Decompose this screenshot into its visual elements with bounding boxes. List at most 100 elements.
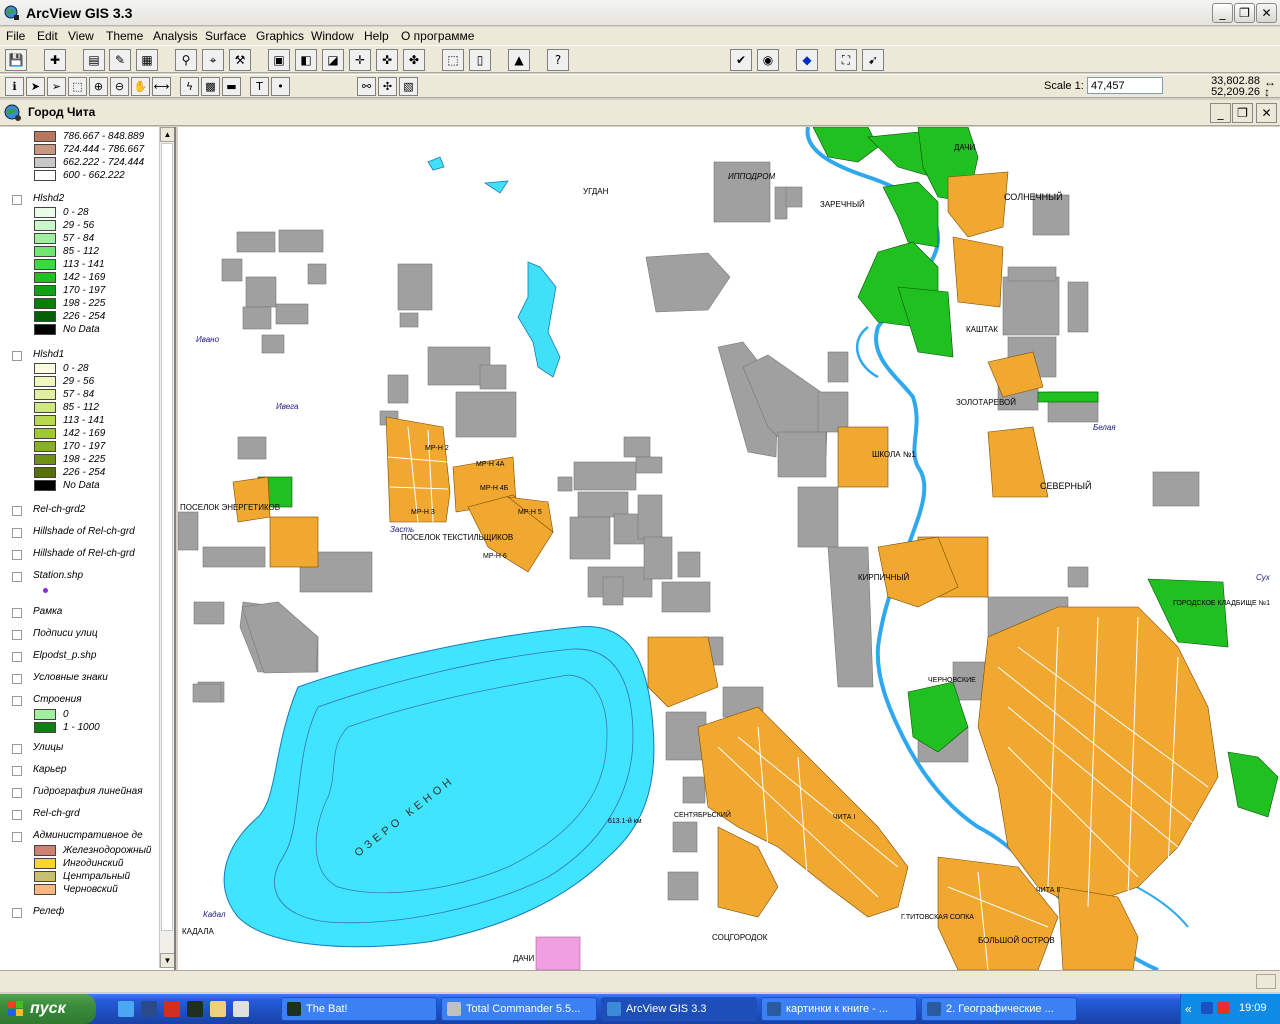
theme-hydrography[interactable]: Гидрография линейная (10, 786, 160, 800)
menu-view[interactable]: View (68, 29, 94, 43)
zoom-full-extent-icon[interactable]: ▣ (268, 49, 290, 71)
theme-checkbox[interactable] (12, 908, 22, 918)
theme-hlshd2[interactable]: Hlshd2 (10, 193, 160, 207)
area-of-interest-icon[interactable]: ▩ (201, 77, 220, 96)
menu-surface[interactable]: Surface (205, 29, 246, 43)
theme-quarry[interactable]: Карьер (10, 764, 160, 778)
network-tool-icon[interactable]: ⚯ (357, 77, 376, 96)
toc-scrollbar[interactable]: ▲ ▼ (159, 127, 174, 968)
theme-checkbox[interactable] (12, 832, 22, 842)
tray-expand-icon[interactable]: « (1185, 1002, 1192, 1016)
menu-window[interactable]: Window (311, 29, 354, 43)
theme-checkbox[interactable] (12, 696, 22, 706)
theme-checkbox[interactable] (12, 195, 22, 205)
notepad-quicklaunch-icon[interactable] (233, 1001, 249, 1017)
theme-checkbox[interactable] (12, 766, 22, 776)
zoom-selected-icon[interactable]: ◪ (322, 49, 344, 71)
resize-grip-icon[interactable] (1256, 974, 1276, 989)
theme-rel-ch-grd2[interactable]: Rel-ch-grd2 (10, 504, 160, 518)
save-quicklaunch-icon[interactable] (141, 1001, 157, 1017)
select-feature-icon[interactable]: ⬚ (68, 77, 87, 96)
measure-icon[interactable]: ⟷ (152, 77, 171, 96)
task-arcview[interactable]: ArcView GIS 3.3 (601, 997, 757, 1021)
zoom-active-themes-icon[interactable]: ◧ (295, 49, 317, 71)
theme-hillshade-2[interactable]: Hillshade of Rel-ch-grd (10, 548, 160, 562)
bat-quicklaunch-icon[interactable] (187, 1001, 203, 1017)
task-geographic[interactable]: 2. Географические ... (921, 997, 1077, 1021)
open-table-icon[interactable]: ▦ (136, 49, 158, 71)
folder-quicklaunch-icon[interactable] (210, 1001, 226, 1017)
menu-edit[interactable]: Edit (37, 29, 58, 43)
view-maximize-button[interactable]: ❐ (1232, 103, 1253, 123)
map-svg[interactable]: ОЗЕРО КЕНОН ДАЧИ СОЛНЕЧНЫЙ ЗАРЕЧНЫЙ ИППО… (178, 127, 1280, 970)
language-tray-icon[interactable] (1217, 1002, 1229, 1014)
scroll-thumb[interactable] (161, 143, 173, 931)
scroll-down-icon[interactable]: ▼ (160, 953, 174, 968)
zoom-in-icon[interactable]: ✛ (349, 49, 371, 71)
theme-checkbox[interactable] (12, 351, 22, 361)
hotlink-tool-icon[interactable]: ϟ (180, 77, 199, 96)
label-tool-icon[interactable]: ▬ (222, 77, 241, 96)
theme-hillshade-1[interactable]: Hillshade of Rel-ch-grd (10, 526, 160, 540)
vertex-edit-icon[interactable]: ➢ (47, 77, 66, 96)
minimize-button[interactable]: _ (1212, 3, 1233, 23)
menu-file[interactable]: File (6, 29, 25, 43)
theme-checkbox[interactable] (12, 528, 22, 538)
theme-relief[interactable]: Релеф (10, 906, 160, 920)
theme-checkbox[interactable] (12, 674, 22, 684)
menu-about[interactable]: О программе (401, 29, 474, 43)
view-minimize-button[interactable]: _ (1210, 103, 1231, 123)
theme-street-labels[interactable]: Подписи улиц (10, 628, 160, 642)
menu-graphics[interactable]: Graphics (256, 29, 304, 43)
query-builder-icon[interactable]: ⚒ (229, 49, 251, 71)
theme-ramka[interactable]: Рамка (10, 606, 160, 620)
menu-help[interactable]: Help (364, 29, 389, 43)
binoculars-icon[interactable]: ⛶ (835, 49, 857, 71)
zoom-in-tool-icon[interactable]: ⊕ (89, 77, 108, 96)
grid-tool-icon[interactable]: ▧ (399, 77, 418, 96)
draw-point-icon[interactable]: • (271, 77, 290, 96)
text-tool-icon[interactable]: T (250, 77, 269, 96)
edit-legend-icon[interactable]: ✎ (109, 49, 131, 71)
zoom-out-icon[interactable]: ✜ (376, 49, 398, 71)
close-button[interactable]: ✕ (1256, 3, 1277, 23)
find-icon[interactable]: ⚲ (175, 49, 197, 71)
help-icon[interactable]: ? (547, 49, 569, 71)
theme-buildings[interactable]: Строения (10, 694, 160, 708)
task-the-bat[interactable]: The Bat! (281, 997, 437, 1021)
hotlink-icon[interactable]: ➹ (862, 49, 884, 71)
globe-tool-icon[interactable]: ◉ (757, 49, 779, 71)
network-tray-icon[interactable] (1201, 1002, 1213, 1014)
theme-checkbox[interactable] (12, 744, 22, 754)
theme-checkbox[interactable] (12, 572, 22, 582)
theme-admin-division[interactable]: Административное де (10, 830, 160, 844)
diamond-icon[interactable]: ◆ (796, 49, 818, 71)
select-features-icon[interactable]: ⬚ (442, 49, 464, 71)
map-canvas[interactable]: ОЗЕРО КЕНОН ДАЧИ СОЛНЕЧНЫЙ ЗАРЕЧНЫЙ ИППО… (178, 127, 1280, 970)
theme-checkbox[interactable] (12, 788, 22, 798)
pan-icon[interactable]: ✋ (131, 77, 150, 96)
theme-rel-ch-grd[interactable]: Rel-ch-grd (10, 808, 160, 822)
theme-streets[interactable]: Улицы (10, 742, 160, 756)
save-icon[interactable]: 💾 (5, 49, 27, 71)
clear-selected-icon[interactable]: ▯ (469, 49, 491, 71)
scale-input[interactable] (1087, 77, 1163, 94)
add-theme-icon[interactable]: ✚ (44, 49, 66, 71)
zoom-previous-icon[interactable]: ✤ (403, 49, 425, 71)
theme-checkbox[interactable] (12, 810, 22, 820)
theme-properties-icon[interactable]: ▤ (83, 49, 105, 71)
theme-checkbox[interactable] (12, 652, 22, 662)
zoom-out-tool-icon[interactable]: ⊖ (110, 77, 129, 96)
menu-theme[interactable]: Theme (106, 29, 143, 43)
theme-symbols[interactable]: Условные знаки (10, 672, 160, 686)
theme-checkbox[interactable] (12, 506, 22, 516)
theme-elpodst[interactable]: Elpodst_p.shp (10, 650, 160, 664)
view-close-button[interactable]: ✕ (1256, 103, 1277, 123)
task-book-pictures[interactable]: картинки к книге - ... (761, 997, 917, 1021)
theme-checkbox[interactable] (12, 630, 22, 640)
opera-quicklaunch-icon[interactable] (164, 1001, 180, 1017)
start-button[interactable]: пуск (0, 994, 96, 1024)
theme-hlshd1[interactable]: Hlshd1 (10, 349, 160, 363)
locate-address-icon[interactable]: ⌖ (202, 49, 224, 71)
theme-station[interactable]: Station.shp (10, 570, 160, 584)
